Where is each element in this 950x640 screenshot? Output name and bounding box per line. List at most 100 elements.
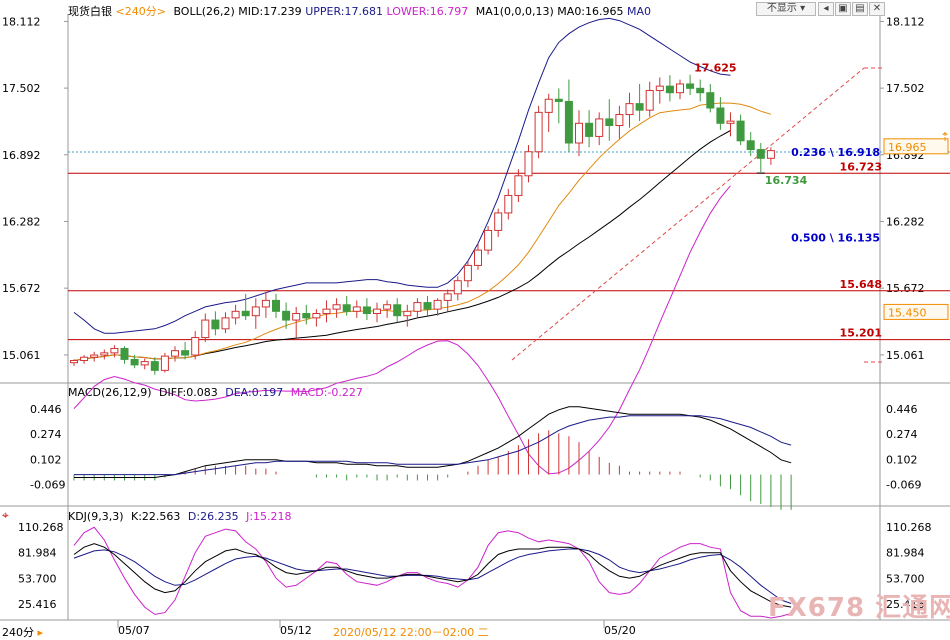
candle-body — [282, 310, 291, 321]
candle-body — [676, 83, 684, 94]
main-ytick-right: 18.112 — [886, 15, 925, 28]
candle-body — [756, 149, 765, 159]
macd-ytick-right: 0.274 — [886, 428, 918, 441]
high-annotation: 17.625 — [694, 62, 736, 75]
chart-canvas[interactable]: 18.112 18.11217.502 17.50216.892 16.89216.2… — [0, 0, 950, 638]
macd-value: MACD:-0.227 — [290, 386, 363, 399]
main-ytick-right: 15.061 — [886, 349, 925, 362]
macd-ytick-left: 0.446 — [30, 403, 62, 416]
candle-body — [70, 360, 78, 364]
macd-diff-line — [74, 406, 792, 478]
candle-body — [746, 140, 755, 151]
candle-body — [302, 313, 311, 319]
candle-body — [585, 122, 594, 137]
main-ytick-right: 17.502 — [886, 82, 925, 95]
candle-body — [352, 306, 361, 312]
kdj-j: J:15.218 — [246, 510, 292, 523]
hide-dropdown-label: 不显示 — [766, 3, 797, 14]
candle-body — [191, 337, 200, 356]
boll-upper-line — [73, 17, 731, 334]
candle-body — [474, 249, 482, 266]
candle-body — [655, 85, 664, 92]
watermark-logo: FX678 汇通网 — [768, 587, 950, 624]
low-annotation: 16.734 — [765, 174, 808, 187]
toggle-button-2[interactable]: ▣ — [835, 2, 851, 16]
candle-body — [322, 308, 331, 315]
candle-body — [423, 302, 432, 310]
toggle-button-3[interactable]: ▤ — [852, 2, 868, 16]
candle-body — [726, 120, 735, 124]
candle-body — [443, 293, 452, 301]
ma0-short: MA0 — [627, 5, 652, 18]
candle-body — [221, 317, 230, 330]
candle-body — [383, 304, 392, 310]
current-price-arrow: ⇡ — [940, 130, 950, 144]
macd-dea: DEA:0.197 — [225, 386, 284, 399]
date-label-0512: 05/12 — [280, 624, 312, 637]
ma-title: MA1(0,0,0,13) — [475, 5, 554, 18]
kdj-header: KDJ(9,3,3) K:22.563 D:26.235 J:15.218 — [68, 510, 292, 523]
candle-body — [130, 358, 139, 366]
main-ytick-left: 17.502 — [2, 82, 41, 95]
macd-header: MACD(26,12,9) DIFF:0.083 DEA:0.197 MACD:… — [68, 386, 363, 399]
candle-body — [140, 361, 149, 366]
macd-title: MACD(26,12,9) — [68, 386, 152, 399]
kdj-ytick-left: 53.700 — [18, 572, 57, 585]
date-label-0520: 05/20 — [604, 624, 636, 637]
candle-body — [100, 352, 109, 356]
trend-line-lower — [511, 67, 865, 361]
hide-dropdown[interactable]: 不显示 ▾ — [756, 2, 816, 16]
boll-mid-line — [73, 130, 731, 361]
candle-body — [463, 264, 472, 282]
candle-body — [241, 310, 250, 317]
macd-ytick-left: -0.069 — [30, 479, 65, 492]
kdj-ytick-right: 53.700 — [886, 572, 925, 585]
candle-body — [514, 175, 523, 196]
period-label[interactable]: <240分> — [116, 5, 166, 18]
candle-body — [362, 306, 371, 315]
kdj-ytick-right: 110.268 — [886, 521, 932, 534]
macd-ytick-right: 0.446 — [886, 403, 918, 416]
candle-body — [504, 194, 513, 214]
price-tag-label: 16.965 — [888, 141, 927, 154]
candle-body — [575, 122, 583, 144]
candle-body — [433, 299, 442, 310]
candle-body — [716, 107, 725, 124]
crosshair-icon[interactable]: ⌖ — [2, 508, 9, 523]
macd-diff: DIFF:0.083 — [159, 386, 218, 399]
candle-body — [635, 103, 644, 111]
candle-body — [625, 103, 634, 116]
main-ytick-right: 16.282 — [886, 215, 925, 228]
main-ytick-right: 15.672 — [886, 282, 925, 295]
candle-body — [403, 310, 412, 317]
candle-body — [615, 114, 624, 126]
kdj-k: K:22.563 — [131, 510, 181, 523]
panel-icon: ▣ — [838, 3, 848, 14]
candle-body — [534, 111, 543, 153]
symbol-label: 现货白银 — [68, 5, 112, 18]
candle-body — [110, 347, 119, 354]
main-ytick-left: 16.892 — [2, 149, 41, 162]
toggle-icon: ◂ — [823, 3, 829, 14]
toggle-button-1[interactable]: ◂ — [818, 2, 834, 16]
close-button[interactable]: ✕ — [869, 2, 885, 16]
candle-body — [544, 98, 553, 113]
candle-body — [595, 118, 604, 137]
candle-body — [564, 100, 573, 144]
candle-body — [645, 90, 654, 111]
macd-dea-line — [74, 415, 792, 476]
candle-body — [706, 92, 715, 109]
candle-body — [554, 98, 563, 102]
candle-body — [413, 302, 422, 312]
candle-body — [181, 350, 190, 356]
macd-ytick-right: 0.102 — [886, 454, 918, 467]
candle-body — [312, 313, 321, 319]
price-level-label: 16.723 — [840, 160, 882, 173]
watermark-code: FX678 — [768, 593, 866, 623]
main-header: 现货白银 <240分> BOLL(26,2) MID:17.239 UPPER:… — [68, 3, 651, 19]
candle-body — [231, 310, 240, 319]
kdj-title: KDJ(9,3,3) — [68, 510, 124, 523]
ma0-line — [73, 102, 772, 361]
candle-body — [342, 304, 351, 312]
price-level-label: 15.201 — [840, 327, 882, 340]
